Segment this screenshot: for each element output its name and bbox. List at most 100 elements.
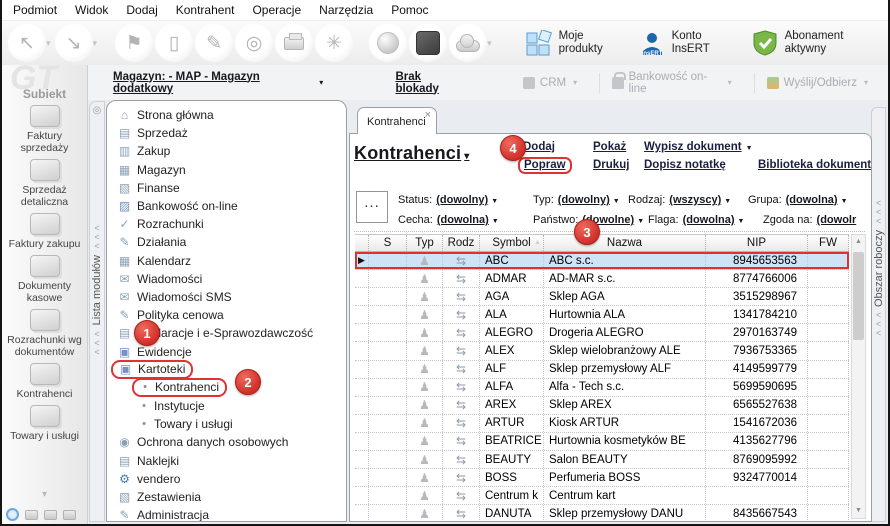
more-filters-button[interactable]: ... xyxy=(356,191,388,223)
table-row[interactable]: ♟⇆Centrum kCentrum kart xyxy=(355,487,849,505)
bankowosc-button[interactable]: Bankowość on-line ▾ xyxy=(612,71,742,95)
table-row[interactable]: ♟⇆BEATRICEHurtownia kosmetyków BE4135627… xyxy=(355,433,849,451)
module-dokumenty-kasowe[interactable]: Dokumenty kasowe xyxy=(2,255,87,304)
menu-dodaj[interactable]: Dodaj xyxy=(117,1,166,19)
tree-item-kalendarz[interactable]: ▦Kalendarz xyxy=(107,252,346,270)
print-button[interactable] xyxy=(275,24,313,62)
new-document-button[interactable]: ▯ xyxy=(155,24,193,62)
column-header-typ[interactable]: Typ xyxy=(407,235,443,251)
menu-pomoc[interactable]: Pomoc xyxy=(382,1,437,19)
action-popraw[interactable]: Popraw xyxy=(518,157,572,174)
column-header-nip[interactable]: NIP xyxy=(706,235,808,251)
tree-item-naklejki[interactable]: ▤Naklejki xyxy=(107,452,346,470)
menu-podmiot[interactable]: Podmiot xyxy=(4,1,66,19)
column-header-indicator[interactable] xyxy=(355,235,369,251)
action-dodaj[interactable]: Dodaj xyxy=(523,141,555,153)
filter-typ-[interactable]: Typ:(dowolny)▼ xyxy=(533,194,620,206)
filter-value[interactable]: (wszyscy) xyxy=(669,194,721,206)
action-pokaż[interactable]: Pokaż xyxy=(593,141,626,153)
wyslij-odbierz-button[interactable]: Wyślij/Odbierz ▾ xyxy=(767,77,878,89)
tree-item-towary-i-usługi[interactable]: •Towary i usługi xyxy=(107,415,346,433)
table-row[interactable]: ♟⇆ALEGRODrogeria ALEGRO2970163749 xyxy=(355,324,849,342)
tree-item-sprzedaż[interactable]: ▤Sprzedaż xyxy=(107,124,346,142)
filter-rodzaj-[interactable]: Rodzaj:(wszyscy)▼ xyxy=(628,194,731,206)
tree-item-zestawienia[interactable]: ▧Zestawienia xyxy=(107,488,346,506)
brak-blokady-link[interactable]: Brak blokady xyxy=(395,71,465,95)
filter-cecha-[interactable]: Cecha:(dowolna)▼ xyxy=(398,214,499,226)
scroll-thumb[interactable] xyxy=(853,252,864,340)
back-dropdown-icon[interactable]: ▾ xyxy=(46,38,51,49)
scroll-up-icon[interactable]: ▲ xyxy=(852,235,865,249)
column-header-fw[interactable]: FW xyxy=(808,235,849,251)
filter-value[interactable]: (dowolr xyxy=(817,214,857,226)
workspace-strip[interactable]: <<< Obszar roboczy <<< xyxy=(871,107,886,522)
menu-widok[interactable]: Widok xyxy=(66,1,117,19)
table-row[interactable]: ♟⇆ALFSklep przemysłowy ALF4149599779 xyxy=(355,361,849,379)
table-row[interactable]: ♟⇆ADMARAD-MAR s.c.8774766006 xyxy=(355,270,849,288)
magazyn-selector[interactable]: Magazyn: - MAP - Magazyn dodatkowy xyxy=(113,71,315,95)
menu-operacje[interactable]: Operacje xyxy=(243,1,310,19)
mini-nav-goods-icon[interactable] xyxy=(63,510,76,520)
action-drukuj[interactable]: Drukuj xyxy=(593,159,629,171)
filter-value[interactable]: (dowolny) xyxy=(436,194,488,206)
tree-item-ochrona-danych-osobowych[interactable]: ◉Ochrona danych osobowych xyxy=(107,433,346,451)
tree-item-administracja[interactable]: ✎Administracja xyxy=(107,506,346,522)
filter-zgoda-na-[interactable]: Zgoda na:(dowolr xyxy=(763,214,856,226)
modules-overflow-chevron[interactable]: ▾ xyxy=(42,489,47,500)
column-header-rodz[interactable]: Rodz xyxy=(443,235,480,251)
tree-item-wiadomości-sms[interactable]: ✉Wiadomości SMS xyxy=(107,288,346,306)
table-row[interactable]: ♟⇆ALFAAlfa - Tech s.c.5699590695 xyxy=(355,379,849,397)
tree-item-kontrahenci[interactable]: •Kontrahenci xyxy=(107,379,346,397)
filter-value[interactable]: (dowolna) xyxy=(683,214,735,226)
table-row[interactable]: ♟⇆BEAUTYSalon BEAUTY8769095992 xyxy=(355,451,849,469)
module-rozrachunki-wg-dokumentów[interactable]: Rozrachunki wg dokumentów xyxy=(2,309,87,358)
page-title[interactable]: Kontrahenci▾ xyxy=(354,143,469,164)
abonament-status[interactable]: Abonament aktywny xyxy=(752,30,888,56)
module-kontrahenci[interactable]: Kontrahenci xyxy=(2,363,87,400)
filter-status-[interactable]: Status:(dowolny)▼ xyxy=(398,194,498,206)
grid-scrollbar[interactable]: ▲ ▼ xyxy=(851,234,866,519)
action-wypisz-dokument[interactable]: Wypisz dokument▼ xyxy=(644,141,753,153)
tree-item-rozrachunki[interactable]: ✓Rozrachunki xyxy=(107,215,346,233)
tree-item-zakup[interactable]: ▥Zakup xyxy=(107,142,346,160)
online-button[interactable] xyxy=(369,24,407,62)
tree-item-działania[interactable]: ✎Działania xyxy=(107,233,346,251)
find-document-button[interactable]: ◎ xyxy=(235,24,273,62)
tab-kontrahenci[interactable]: Kontrahenci × xyxy=(357,107,437,134)
table-row[interactable]: ♟⇆ARTURKiosk ARTUR1541672036 xyxy=(355,415,849,433)
module-towary-i-usługi[interactable]: Towary i usługi xyxy=(2,405,87,442)
table-row[interactable]: ♟⇆BOSSPerfumeria BOSS9324770014 xyxy=(355,469,849,487)
mini-nav-sales-icon[interactable] xyxy=(25,510,38,520)
cloud-dropdown-icon[interactable]: ▾ xyxy=(487,38,492,49)
column-header-nazwa[interactable]: Nazwa xyxy=(544,235,706,251)
tree-item-kartoteki[interactable]: ▣Kartoteki xyxy=(107,361,346,379)
filter-value[interactable]: (dowolna) xyxy=(786,194,838,206)
table-row[interactable]: ♟⇆AREXSklep AREX6565527638 xyxy=(355,397,849,415)
tree-item-instytucje[interactable]: •Instytucje xyxy=(107,397,346,415)
flag-button[interactable]: ⚑ xyxy=(115,24,153,62)
filter-grupa-[interactable]: Grupa:(dowolna)▼ xyxy=(748,194,848,206)
tree-item-strona-główna[interactable]: ⌂Strona główna xyxy=(107,106,346,124)
tree-item-bankowość-on-line[interactable]: ▨Bankowość on-line xyxy=(107,197,346,215)
module-sprzedaż-detaliczna[interactable]: Sprzedaż detaliczna xyxy=(2,159,87,208)
menu-kontrahent[interactable]: Kontrahent xyxy=(167,1,244,19)
modules-strip[interactable]: ◎ <<< Lista modułów <<< xyxy=(89,101,105,522)
moje-produkty-button[interactable]: Moje produkty xyxy=(526,30,617,56)
scroll-down-icon[interactable]: ▼ xyxy=(852,504,865,518)
konto-insert-button[interactable]: InsERT Konto InsERT xyxy=(639,30,730,56)
cloud-services-button[interactable] xyxy=(449,24,487,62)
back-button[interactable]: ↖ xyxy=(8,24,46,62)
tree-item-finanse[interactable]: ▧Finanse xyxy=(107,179,346,197)
menu-narzędzia[interactable]: Narzędzia xyxy=(310,1,382,19)
module-faktury-zakupu[interactable]: Faktury zakupu xyxy=(2,213,87,250)
tab-close-icon[interactable]: × xyxy=(425,109,431,121)
filter-value[interactable]: (dowolny) xyxy=(558,194,610,206)
column-header-symbol[interactable]: Symbol▲ xyxy=(480,235,544,251)
column-header-s[interactable]: S xyxy=(369,235,407,251)
table-row[interactable]: ▶♟⇆ABCABC s.c.8945653563 xyxy=(355,252,849,270)
filter-value[interactable]: (dowolna) xyxy=(437,214,489,226)
forward-button[interactable]: ↘ xyxy=(55,24,93,62)
table-row[interactable]: ♟⇆AGASklep AGA3515298967 xyxy=(355,288,849,306)
magazyn-dropdown-icon[interactable]: ▾ xyxy=(319,78,323,87)
action-biblioteka-dokument[interactable]: Biblioteka dokument xyxy=(758,159,871,171)
